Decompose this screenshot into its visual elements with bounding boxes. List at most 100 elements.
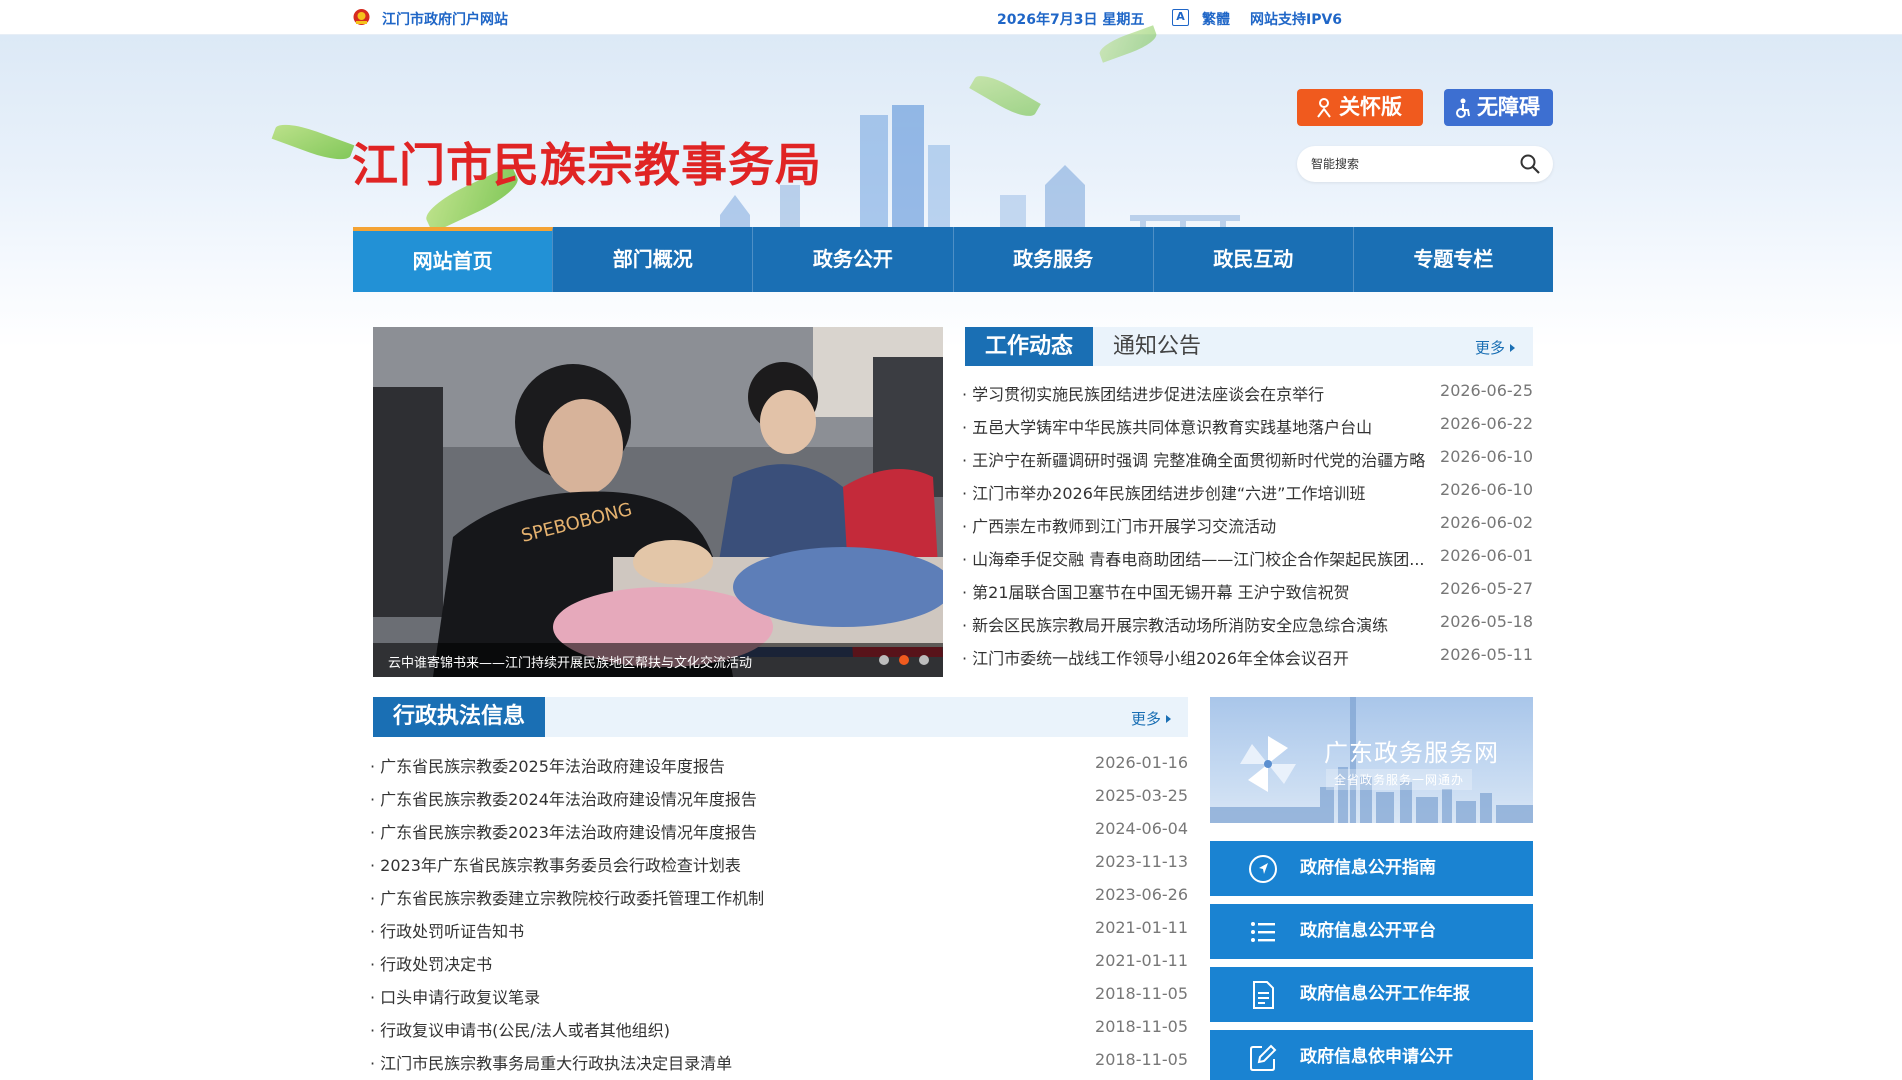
gov-portal-link[interactable]: 江门市政府门户网站 bbox=[382, 9, 508, 29]
news-item-date: 2026-06-02 bbox=[1440, 513, 1533, 532]
slide-caption-bar: 云中谁寄锦书来——江门持续开展民族地区帮扶与文化交流活动 bbox=[373, 643, 943, 677]
news-item-title[interactable]: · 江门市举办2026年民族团结进步创建“六进”工作培训班 bbox=[962, 480, 1365, 504]
document-icon bbox=[1253, 981, 1274, 1009]
top-bar-inner: 江门市政府门户网站 2026年7月3日 星期五 A 繁體 网站支持IPV6 bbox=[353, 0, 1553, 35]
tab-notices[interactable]: 通知公告 bbox=[1113, 327, 1201, 366]
news-item-title[interactable]: · 江门市委统一战线工作领导小组2026年全体会议召开 bbox=[962, 645, 1349, 669]
law-item-date: 2018-11-05 bbox=[1095, 1050, 1188, 1069]
news-item[interactable]: · 王沪宁在新疆调研时强调 完整准确全面贯彻新时代党的治疆方略 2026-06-1… bbox=[962, 447, 1533, 480]
news-item[interactable]: · 新会区民族宗教局开展宗教活动场所消防安全应急综合演练 2026-05-18 bbox=[962, 612, 1533, 645]
law-more-link[interactable]: 更多 bbox=[1131, 708, 1172, 729]
nav-item-services[interactable]: 政务服务 bbox=[954, 227, 1154, 292]
gd-service-subtitle: 全省政务服务一网通办 bbox=[1326, 769, 1473, 790]
care-mode-button[interactable]: 关怀版 bbox=[1297, 89, 1423, 126]
law-item-title[interactable]: · 江门市民族宗教事务局重大行政执法决定目录清单 bbox=[370, 1050, 732, 1074]
news-item-title[interactable]: · 广西崇左市教师到江门市开展学习交流活动 bbox=[962, 513, 1276, 537]
news-item-title[interactable]: · 新会区民族宗教局开展宗教活动场所消防安全应急综合演练 bbox=[962, 612, 1388, 636]
news-item-title[interactable]: · 学习贯彻实施民族团结进步促进法座谈会在京举行 bbox=[962, 381, 1324, 405]
news-item-date: 2026-06-10 bbox=[1440, 480, 1533, 499]
leaf-decoration bbox=[271, 117, 355, 167]
search-input[interactable] bbox=[1311, 155, 1511, 173]
law-item[interactable]: · 广东省民族宗教委2023年法治政府建设情况年度报告 2024-06-04 bbox=[370, 819, 1188, 852]
site-title: 江门市民族宗教事务局 bbox=[352, 138, 822, 192]
news-item[interactable]: · 山海牵手促交融 青春电商助团结——江门校企合作架起民族团... 2026-06… bbox=[962, 546, 1533, 579]
news-item[interactable]: · 广西崇左市教师到江门市开展学习交流活动 2026-06-02 bbox=[962, 513, 1533, 546]
law-item-title[interactable]: · 行政复议申请书(公民/法人或者其他组织) bbox=[370, 1017, 670, 1041]
news-item[interactable]: · 江门市举办2026年民族团结进步创建“六进”工作培训班 2026-06-10 bbox=[962, 480, 1533, 513]
search-icon[interactable] bbox=[1519, 153, 1541, 175]
slider-dot-active[interactable] bbox=[899, 655, 909, 665]
law-item[interactable]: · 口头申请行政复议笔录 2018-11-05 bbox=[370, 984, 1188, 1017]
news-item-title[interactable]: · 五邑大学铸牢中华民族共同体意识教育实践基地落户台山 bbox=[962, 414, 1372, 438]
slide-photo: SPEBOBONG bbox=[373, 327, 943, 677]
law-list: · 广东省民族宗教委2025年法治政府建设年度报告 2026-01-16 · 广东省… bbox=[370, 753, 1188, 1080]
law-item[interactable]: · 广东省民族宗教委建立宗教院校行政委托管理工作机制 2023-06-26 bbox=[370, 885, 1188, 918]
law-item-title[interactable]: · 广东省民族宗教委2024年法治政府建设情况年度报告 bbox=[370, 786, 757, 810]
law-item[interactable]: · 2023年广东省民族宗教事务委员会行政检查计划表 2023-11-13 bbox=[370, 852, 1188, 885]
news-list: · 学习贯彻实施民族团结进步促进法座谈会在京举行 2026-06-25 · 五邑大学… bbox=[962, 381, 1533, 678]
slide-caption[interactable]: 云中谁寄锦书来——江门持续开展民族地区帮扶与文化交流活动 bbox=[388, 652, 752, 671]
accessibility-icon bbox=[1456, 98, 1470, 118]
gd-service-title: 广东政务服务网 bbox=[1324, 739, 1499, 767]
law-item[interactable]: · 江门市民族宗教事务局重大行政执法决定目录清单 2018-11-05 bbox=[370, 1050, 1188, 1080]
law-item-date: 2025-03-25 bbox=[1095, 786, 1188, 805]
news-item-date: 2026-06-10 bbox=[1440, 447, 1533, 466]
traditional-chinese-icon[interactable]: A bbox=[1172, 9, 1189, 26]
guangdong-service-banner[interactable]: 广东政务服务网 全省政务服务一网通办 bbox=[1210, 697, 1533, 823]
law-item-title[interactable]: · 广东省民族宗教委2023年法治政府建设情况年度报告 bbox=[370, 819, 757, 843]
nav-item-department[interactable]: 部门概况 bbox=[553, 227, 754, 292]
law-header: 行政执法信息 更多 bbox=[373, 697, 1188, 737]
nav-item-topics[interactable]: 专题专栏 bbox=[1354, 227, 1553, 292]
nav-item-public-affairs[interactable]: 政务公开 bbox=[753, 227, 954, 292]
law-item[interactable]: · 广东省民族宗教委2024年法治政府建设情况年度报告 2025-03-25 bbox=[370, 786, 1188, 819]
law-item-title[interactable]: · 2023年广东省民族宗教事务委员会行政检查计划表 bbox=[370, 852, 741, 876]
law-item-date: 2023-06-26 bbox=[1095, 885, 1188, 904]
photo-slider[interactable]: SPEBOBONG 云中谁寄锦书来——江门持续开展民族地区帮扶与文化交流活动 bbox=[373, 327, 943, 677]
accessibility-label: 无障碍 bbox=[1477, 95, 1540, 119]
navigation-icon bbox=[1249, 855, 1277, 883]
law-section-title[interactable]: 行政执法信息 bbox=[373, 697, 545, 737]
traditional-chinese-link[interactable]: 繁體 bbox=[1202, 9, 1230, 29]
law-item[interactable]: · 行政复议申请书(公民/法人或者其他组织) 2018-11-05 bbox=[370, 1017, 1188, 1050]
law-item-title[interactable]: · 行政处罚决定书 bbox=[370, 951, 492, 975]
news-item[interactable]: · 五邑大学铸牢中华民族共同体意识教育实践基地落户台山 2026-06-22 bbox=[962, 414, 1533, 447]
news-item[interactable]: · 第21届联合国卫塞节在中国无锡开幕 王沪宁致信祝贺 2026-05-27 bbox=[962, 579, 1533, 612]
news-item-title[interactable]: · 第21届联合国卫塞节在中国无锡开幕 王沪宁致信祝贺 bbox=[962, 579, 1350, 603]
info-platform-button[interactable]: 政府信息公开平台 bbox=[1210, 904, 1533, 959]
law-item-date: 2021-01-11 bbox=[1095, 951, 1188, 970]
law-item-date: 2018-11-05 bbox=[1095, 984, 1188, 1003]
slider-dots bbox=[879, 655, 929, 665]
nav-item-home[interactable]: 网站首页 bbox=[353, 227, 554, 292]
law-item-title[interactable]: · 行政处罚听证告知书 bbox=[370, 918, 524, 942]
news-item-title[interactable]: · 山海牵手促交融 青春电商助团结——江门校企合作架起民族团... bbox=[962, 546, 1425, 570]
law-item-title[interactable]: · 广东省民族宗教委建立宗教院校行政委托管理工作机制 bbox=[370, 885, 764, 909]
law-item[interactable]: · 行政处罚听证告知书 2021-01-11 bbox=[370, 918, 1188, 951]
law-item-title[interactable]: · 口头申请行政复议笔录 bbox=[370, 984, 540, 1008]
apply-disclosure-label: 政府信息依申请公开 bbox=[1300, 1047, 1453, 1067]
news-item[interactable]: · 江门市委统一战线工作领导小组2026年全体会议召开 2026-05-11 bbox=[962, 645, 1533, 678]
annual-report-button[interactable]: 政府信息公开工作年报 bbox=[1210, 967, 1533, 1022]
slider-dot[interactable] bbox=[919, 655, 929, 665]
law-item[interactable]: · 广东省民族宗教委2025年法治政府建设年度报告 2026-01-16 bbox=[370, 753, 1188, 786]
news-item-date: 2026-06-22 bbox=[1440, 414, 1533, 433]
law-item-date: 2024-06-04 bbox=[1095, 819, 1188, 838]
news-item-title[interactable]: · 王沪宁在新疆调研时强调 完整准确全面贯彻新时代党的治疆方略 bbox=[962, 447, 1425, 471]
news-item-date: 2026-05-18 bbox=[1440, 612, 1533, 631]
news-tabs: 工作动态 通知公告 更多 bbox=[965, 327, 1533, 366]
top-bar: 江门市政府门户网站 2026年7月3日 星期五 A 繁體 网站支持IPV6 bbox=[0, 0, 1902, 35]
news-item-date: 2026-05-11 bbox=[1440, 645, 1533, 664]
news-item-date: 2026-06-01 bbox=[1440, 546, 1533, 565]
news-item-date: 2026-05-27 bbox=[1440, 579, 1533, 598]
law-item-title[interactable]: · 广东省民族宗教委2025年法治政府建设年度报告 bbox=[370, 753, 725, 777]
news-item[interactable]: · 学习贯彻实施民族团结进步促进法座谈会在京举行 2026-06-25 bbox=[962, 381, 1533, 414]
news-more-link[interactable]: 更多 bbox=[1475, 337, 1516, 358]
law-item[interactable]: · 行政处罚决定书 2021-01-11 bbox=[370, 951, 1188, 984]
slider-dot[interactable] bbox=[879, 655, 889, 665]
tab-work-news[interactable]: 工作动态 bbox=[965, 327, 1093, 366]
info-guide-button[interactable]: 政府信息公开指南 bbox=[1210, 841, 1533, 896]
law-item-date: 2026-01-16 bbox=[1095, 753, 1188, 772]
nav-item-interaction[interactable]: 政民互动 bbox=[1154, 227, 1354, 292]
accessibility-button[interactable]: 无障碍 bbox=[1444, 89, 1553, 126]
current-date: 2026年7月3日 星期五 bbox=[997, 12, 1145, 28]
apply-disclosure-button[interactable]: 政府信息依申请公开 bbox=[1210, 1030, 1533, 1080]
